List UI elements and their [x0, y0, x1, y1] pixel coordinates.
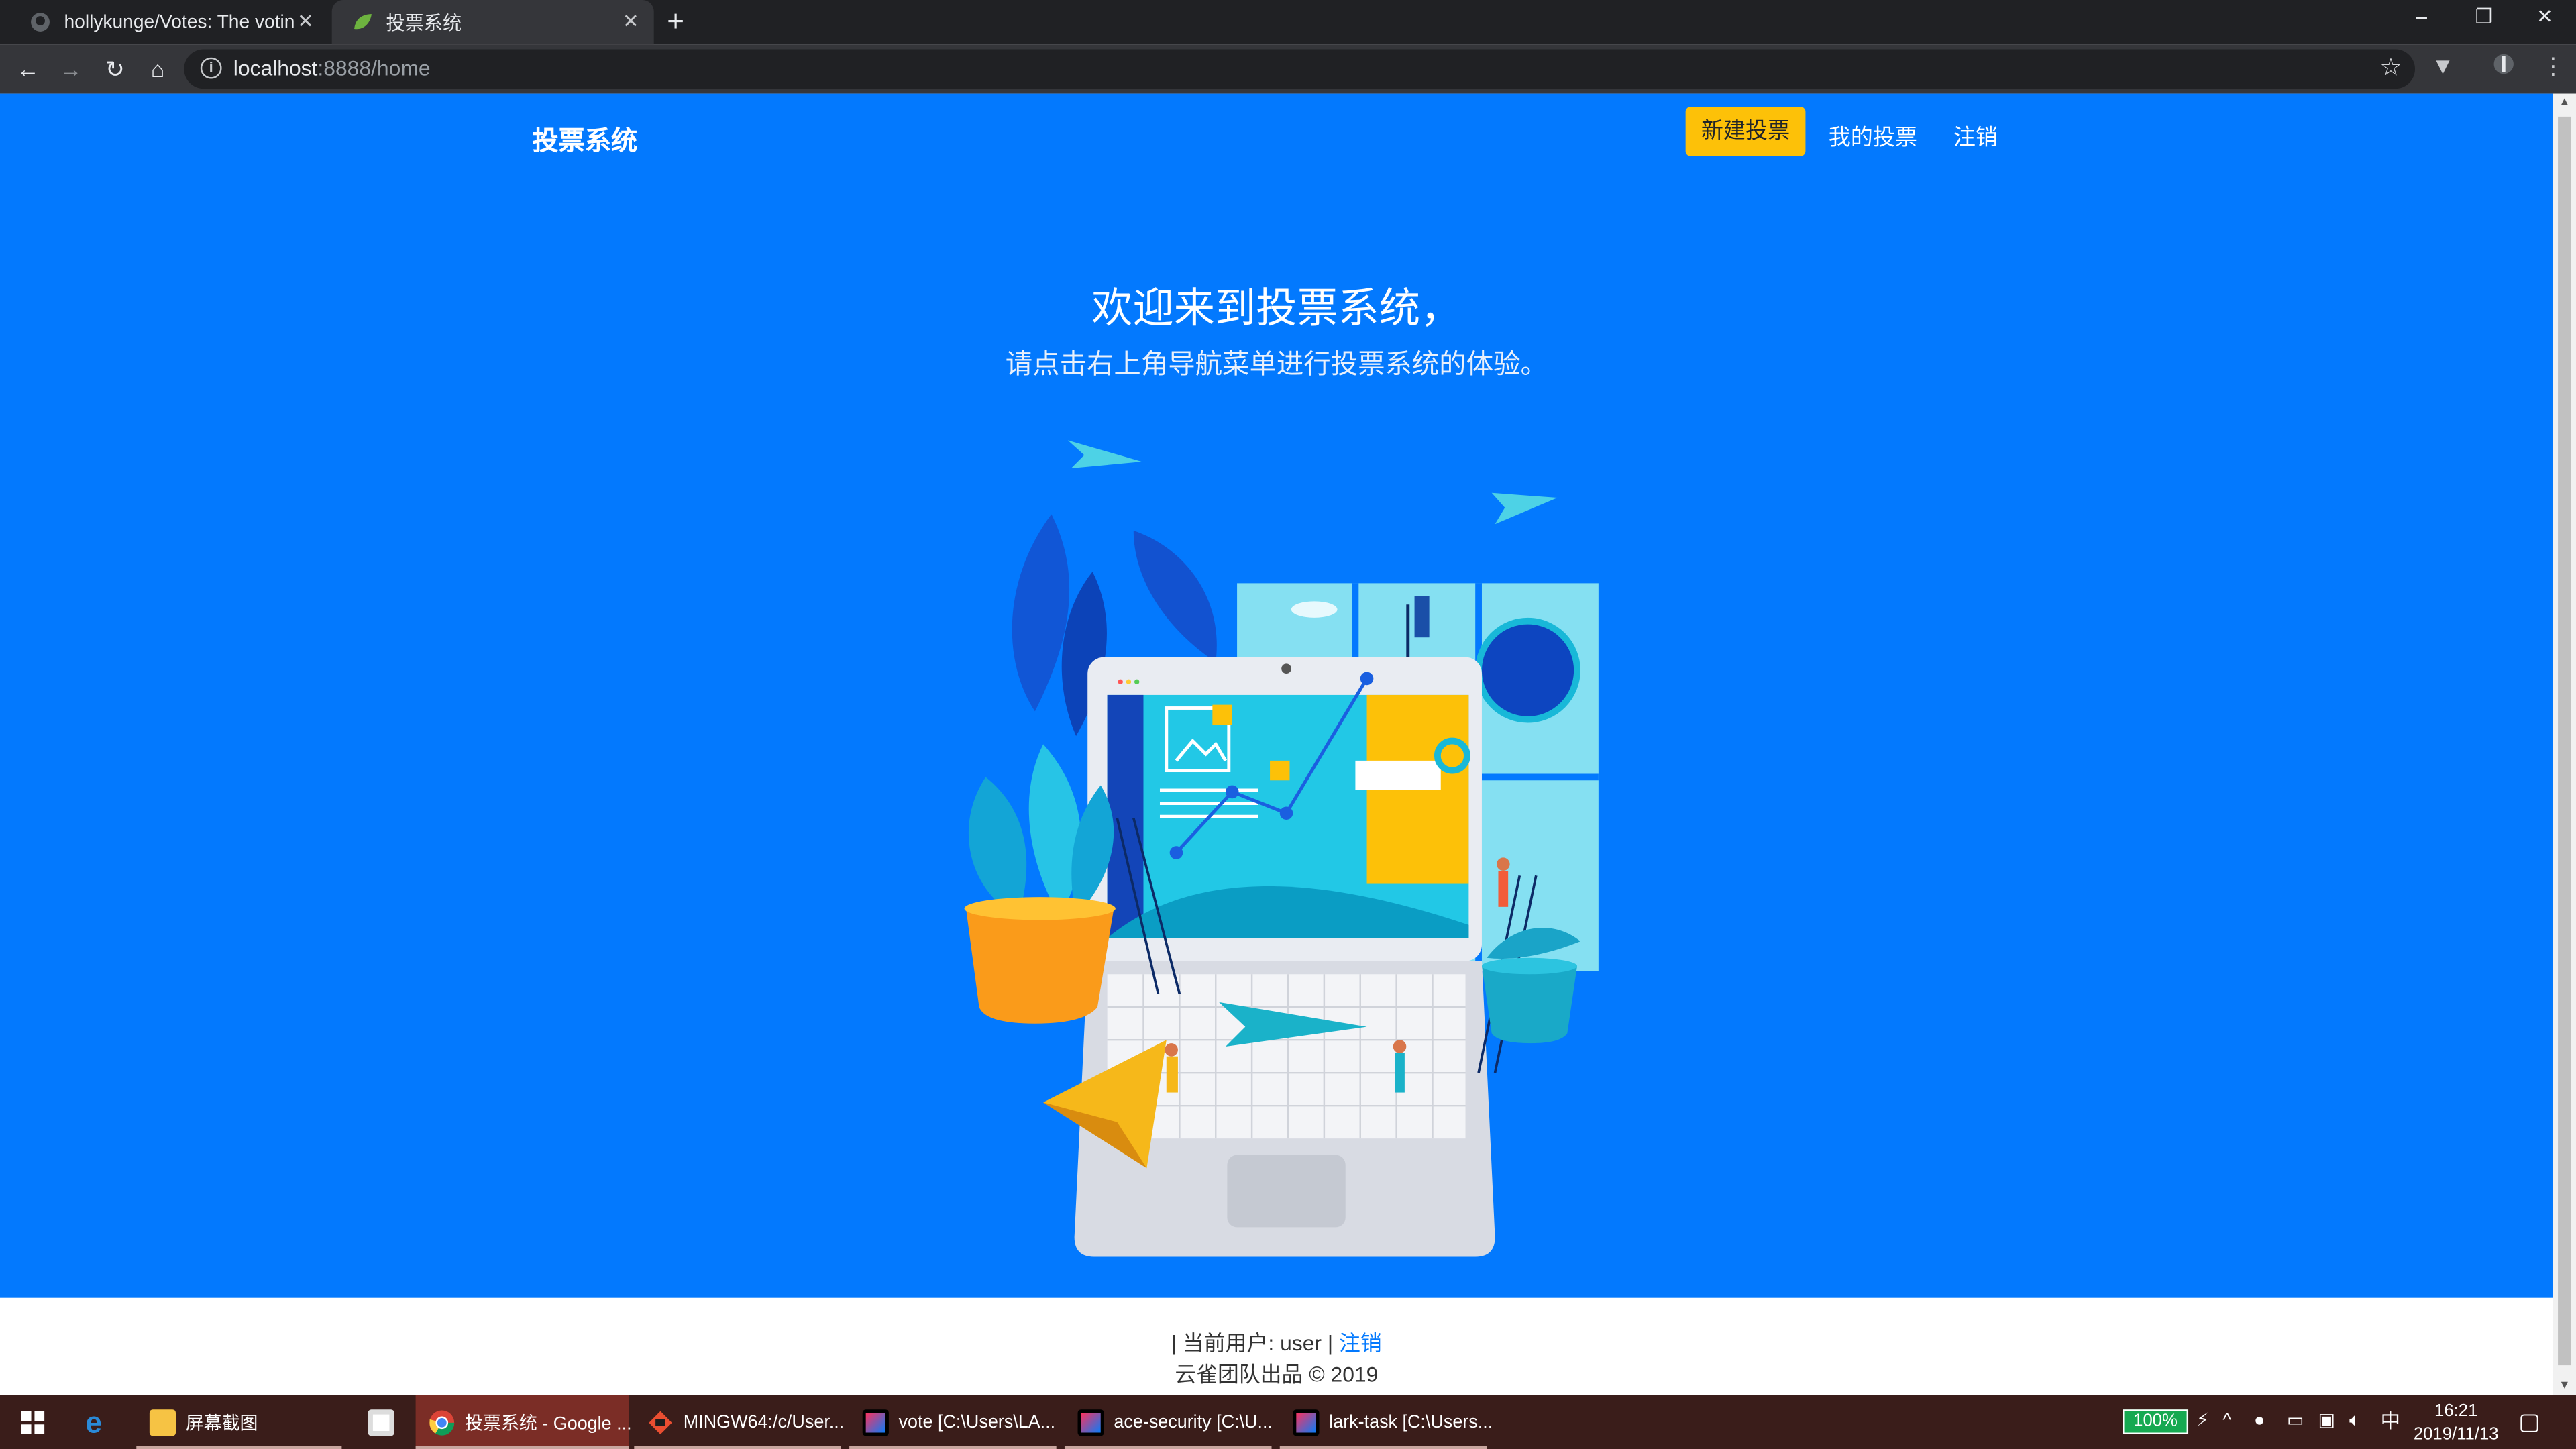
footer-user-line: | 当前用户: user | 注销: [0, 1326, 2553, 1357]
tab-github[interactable]: hollykunge/Votes: The voting ✕: [10, 0, 329, 44]
battery-percentage[interactable]: 100%: [2123, 1409, 2189, 1434]
git-bash-icon: [649, 1410, 672, 1434]
security-shield-icon[interactable]: ●: [2254, 1395, 2265, 1449]
battery-icon[interactable]: ▭: [2287, 1395, 2304, 1449]
taskbar-item-chrome[interactable]: 投票系统 - Google ...: [415, 1395, 632, 1449]
taskbar-item-label: 投票系统 - Google ...: [465, 1413, 632, 1434]
forward-button[interactable]: →: [54, 52, 87, 85]
vuetify-extension-icon[interactable]: ▼: [2431, 52, 2454, 78]
page-scrollbar[interactable]: ▲ ▼: [2553, 93, 2576, 1395]
active-indicator: [1279, 1446, 1487, 1449]
windows-taskbar: e 屏幕截图 投票系统 - Google ... MINGW64:/c/User…: [0, 1395, 2576, 1449]
brand-logo[interactable]: 投票系统: [532, 118, 637, 158]
address-bar[interactable]: i localhost:8888/home ☆: [184, 49, 2416, 89]
active-indicator: [136, 1446, 342, 1449]
taskbar-item-label: ace-security [C:\U...: [1114, 1411, 1273, 1432]
hero-illustration: [964, 440, 1599, 1257]
web-page: 投票系统 新建投票 我的投票 注销 欢迎来到投票系统， 请点击右上角导航菜单进行…: [0, 93, 2553, 1395]
new-vote-button[interactable]: 新建投票: [1685, 107, 1806, 156]
intellij-icon: [1293, 1409, 1320, 1436]
intellij-icon: [862, 1409, 889, 1436]
new-tab-button[interactable]: +: [667, 5, 684, 38]
hero-section: 投票系统 新建投票 我的投票 注销 欢迎来到投票系统， 请点击右上角导航菜单进行…: [0, 93, 2553, 1298]
taskbar-item-lark-task-idea[interactable]: lark-task [C:\Users...: [1279, 1395, 1493, 1449]
tab-title: 投票系统: [386, 13, 462, 34]
browser-toolbar: ← → ↻ ⌂ i localhost:8888/home ☆ ▼ ⋮: [0, 44, 2576, 94]
clock-time: 16:21: [2434, 1401, 2478, 1421]
active-indicator: [415, 1446, 629, 1449]
tab-voting-system[interactable]: 投票系统 ✕: [331, 0, 654, 45]
taskbar-item-screenshots[interactable]: 屏幕截图: [136, 1395, 342, 1449]
url-host: localhost: [233, 56, 318, 81]
spring-leaf-icon: [354, 14, 372, 30]
reload-button[interactable]: ↻: [99, 52, 131, 85]
url-text: localhost:8888/home: [233, 56, 431, 80]
show-hidden-icons-chevron-icon[interactable]: ^: [2222, 1395, 2231, 1449]
chrome-menu-icon[interactable]: ⋮: [2542, 52, 2565, 80]
github-icon: [31, 13, 50, 32]
home-button[interactable]: ⌂: [142, 52, 174, 85]
tab-close-icon[interactable]: ✕: [623, 10, 639, 33]
back-button[interactable]: ←: [11, 52, 44, 85]
my-votes-link[interactable]: 我的投票: [1829, 118, 1917, 151]
hero-title: 欢迎来到投票系统，: [1091, 286, 1462, 332]
volume-icon[interactable]: 🔈︎: [2349, 1395, 2360, 1449]
hero-subtitle: 请点击右上角导航菜单进行投票系统的体验。: [1005, 350, 1548, 380]
scroll-up-arrow-icon[interactable]: ▲: [2553, 97, 2576, 108]
edge-icon: e: [85, 1405, 102, 1439]
current-user-label: | 当前用户: user |: [1171, 1330, 1334, 1356]
close-window-button[interactable]: ✕: [2520, 5, 2569, 28]
ime-indicator[interactable]: 中: [2381, 1395, 2400, 1449]
active-indicator: [634, 1446, 841, 1449]
site-info-icon[interactable]: i: [200, 57, 222, 79]
folder-icon: [149, 1409, 176, 1436]
start-button[interactable]: [0, 1395, 66, 1449]
intellij-icon: [1077, 1409, 1104, 1436]
browser-title-bar: hollykunge/Votes: The voting ✕ 投票系统 ✕ + …: [0, 0, 2576, 45]
taskbar-item-git-bash[interactable]: MINGW64:/c/User...: [634, 1395, 844, 1449]
logout-link[interactable]: 注销: [1953, 118, 1998, 151]
edge-taskbar-button[interactable]: e: [72, 1395, 135, 1449]
clock-date: 2019/11/13: [2413, 1424, 2499, 1444]
chrome-icon: [429, 1409, 455, 1435]
bookmark-star-icon[interactable]: ☆: [2379, 52, 2402, 83]
network-icon[interactable]: ▣: [2318, 1395, 2335, 1449]
taskbar-item-vote-idea[interactable]: vote [C:\Users\LA...: [849, 1395, 1057, 1449]
scrollbar-thumb[interactable]: [2558, 116, 2571, 1366]
active-indicator: [1064, 1446, 1272, 1449]
power-plug-icon[interactable]: ⚡: [2196, 1395, 2209, 1449]
windows-logo-icon: [21, 1410, 45, 1434]
taskbar-item-label: 屏幕截图: [185, 1413, 258, 1434]
scroll-down-arrow-icon[interactable]: ▼: [2553, 1380, 2576, 1391]
footer-copyright: 云雀团队出品 © 2019: [1175, 1362, 1379, 1387]
store-taskbar-button[interactable]: [355, 1395, 411, 1449]
tab-title: hollykunge/Votes: The voting: [64, 12, 294, 32]
store-icon: [368, 1409, 394, 1436]
taskbar-item-label: vote [C:\Users\LA...: [898, 1411, 1056, 1432]
active-indicator: [849, 1446, 1057, 1449]
system-clock[interactable]: 16:21 2019/11/13: [2405, 1400, 2507, 1446]
profile-avatar-icon[interactable]: [2492, 52, 2515, 80]
taskbar-item-label: MINGW64:/c/User...: [683, 1411, 845, 1432]
taskbar-item-ace-security-idea[interactable]: ace-security [C:\U...: [1064, 1395, 1273, 1449]
footer-logout-link[interactable]: 注销: [1339, 1331, 1382, 1356]
minimize-button[interactable]: –: [2397, 5, 2446, 28]
tab-close-icon[interactable]: ✕: [297, 10, 314, 33]
taskbar-item-label: lark-task [C:\Users...: [1329, 1411, 1493, 1432]
url-path: :8888/home: [317, 56, 431, 81]
restore-button[interactable]: ❐: [2459, 5, 2508, 28]
action-center-icon[interactable]: ▢: [2518, 1395, 2540, 1449]
